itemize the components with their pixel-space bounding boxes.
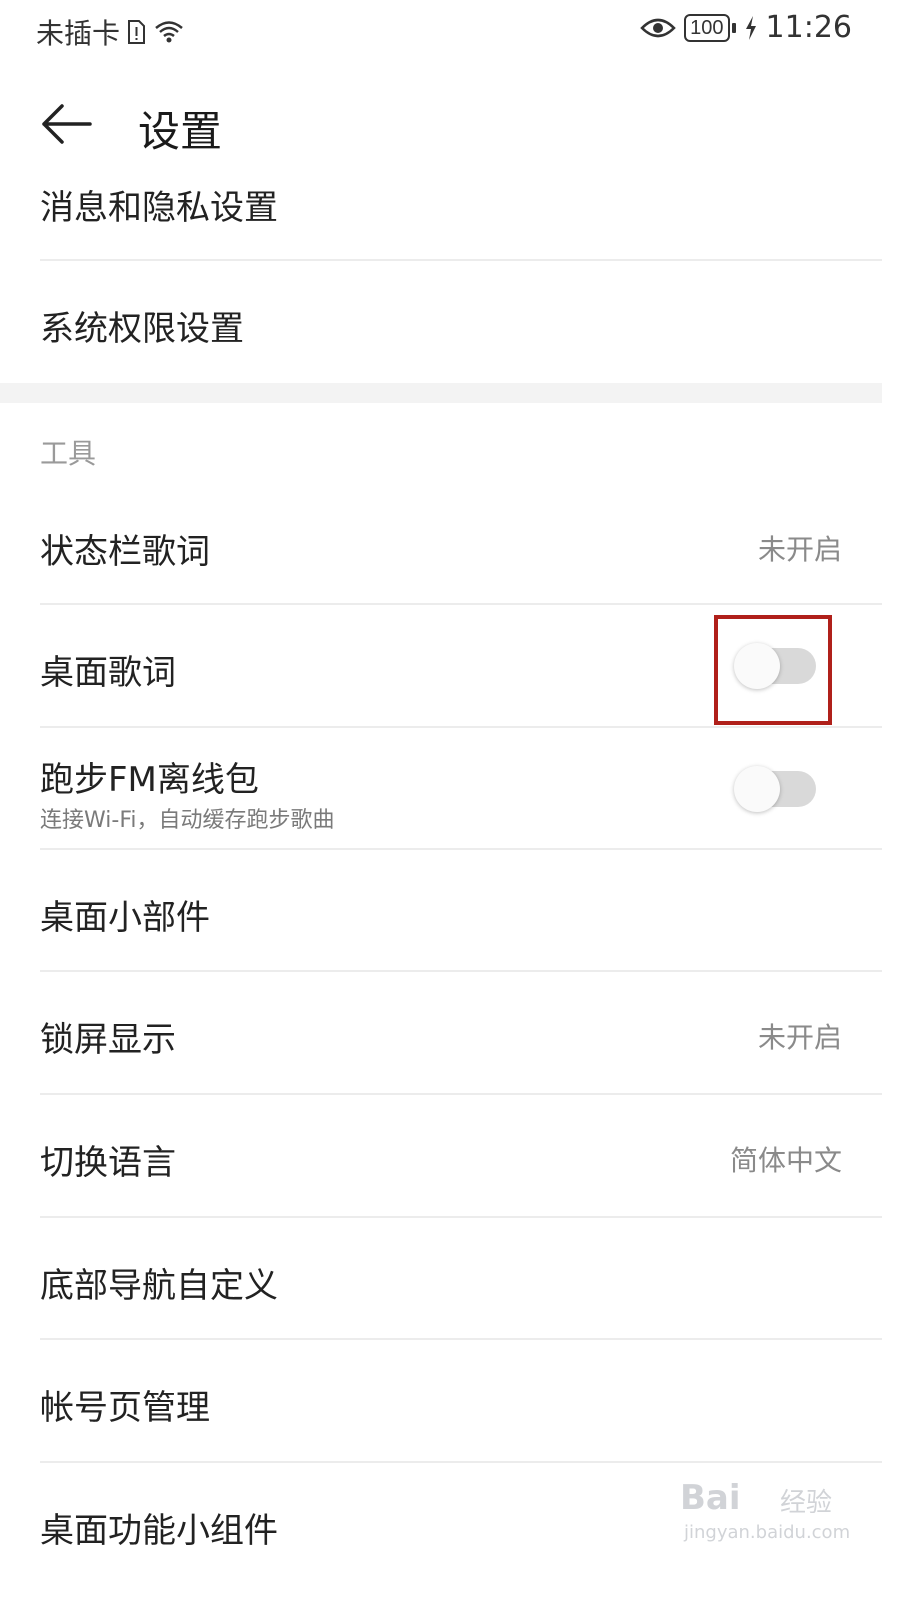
- status-left: 未插卡: [36, 12, 184, 52]
- watermark-text: 经验: [780, 1488, 833, 1518]
- desktop-function-widget-label: 桌面功能小组件: [40, 1511, 278, 1551]
- running-fm-subtitle: 连接Wi-Fi，自动缓存跑步歌曲: [40, 808, 335, 833]
- status-right: 100 11:26: [640, 10, 852, 45]
- clock-text: 11:26: [765, 10, 852, 45]
- bottom-nav-label: 底部导航自定义: [40, 1266, 278, 1306]
- running-fm-toggle[interactable]: [734, 766, 816, 812]
- back-button[interactable]: [36, 96, 100, 152]
- charging-icon: [745, 15, 756, 40]
- account-page-item[interactable]: 帐号页管理: [40, 1340, 882, 1460]
- baidu-watermark: Bai 经验 jingyan.baidu.com: [680, 1478, 860, 1558]
- desktop-widget-label: 桌面小部件: [40, 898, 210, 938]
- running-fm-label: 跑步FM离线包: [40, 760, 259, 800]
- desktop-lyrics-label: 桌面歌词: [40, 653, 176, 693]
- desktop-widget-item[interactable]: 桌面小部件: [40, 850, 882, 970]
- section-separator: [0, 383, 882, 403]
- account-page-label: 帐号页管理: [40, 1388, 210, 1428]
- status-bar-lyrics-value: 未开启: [757, 533, 842, 566]
- highlight-annotation: [714, 615, 832, 725]
- language-label: 切换语言: [40, 1143, 176, 1183]
- system-permission-settings[interactable]: 系统权限设置: [40, 261, 882, 381]
- page-title: 设置: [138, 107, 223, 156]
- lock-screen-item[interactable]: 锁屏显示 未开启: [40, 972, 882, 1092]
- lock-screen-value: 未开启: [757, 1021, 842, 1054]
- header: 设置: [0, 80, 900, 170]
- battery-icon: 100: [684, 13, 736, 42]
- message-privacy-settings[interactable]: 消息和隐私设置: [40, 172, 882, 260]
- status-bar: 未插卡 100 11:26: [0, 0, 900, 64]
- tools-section-header: 工具: [40, 437, 97, 470]
- status-bar-lyrics-item[interactable]: 状态栏歌词 未开启: [40, 484, 882, 604]
- system-permission-label: 系统权限设置: [40, 309, 244, 349]
- no-sim-icon: [128, 20, 146, 44]
- watermark-logo: Bai: [680, 1478, 741, 1518]
- language-item[interactable]: 切换语言 简体中文: [40, 1095, 882, 1215]
- language-value: 简体中文: [729, 1144, 842, 1177]
- lock-screen-label: 锁屏显示: [40, 1020, 176, 1060]
- battery-level: 100: [684, 13, 730, 42]
- back-arrow-icon: [42, 104, 92, 144]
- carrier-text: 未插卡: [36, 17, 121, 50]
- watermark-url: jingyan.baidu.com: [684, 1522, 851, 1543]
- wifi-icon: [155, 21, 183, 43]
- bottom-nav-item[interactable]: 底部导航自定义: [40, 1218, 882, 1338]
- toggle-knob: [734, 766, 780, 812]
- message-privacy-label: 消息和隐私设置: [40, 188, 278, 228]
- eye-icon: [640, 18, 676, 37]
- status-bar-lyrics-label: 状态栏歌词: [40, 532, 210, 572]
